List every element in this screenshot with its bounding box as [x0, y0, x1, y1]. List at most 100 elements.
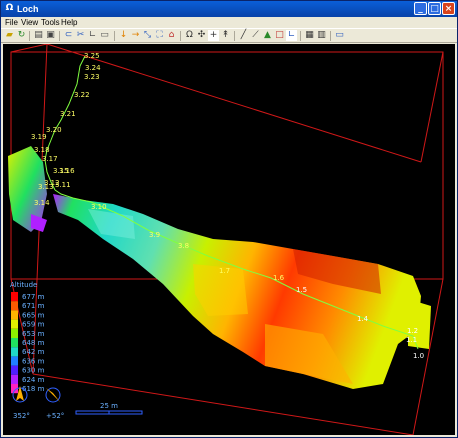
legend-swatch	[11, 310, 18, 320]
refresh-icon[interactable]: ↻	[16, 30, 27, 41]
legend-label: 618 m	[22, 385, 45, 393]
station-label: 3.20	[46, 126, 62, 134]
film-icon[interactable]: ▦	[304, 30, 315, 41]
home-icon[interactable]: ⌂	[166, 30, 177, 41]
station-label: 1.4	[357, 315, 369, 323]
bbox-edge	[420, 51, 444, 163]
print-icon[interactable]: ▤	[33, 30, 44, 41]
pencil-icon[interactable]: ╱	[238, 30, 249, 41]
legend-title: Altitude	[10, 281, 37, 289]
terrain-icon[interactable]: ▲	[262, 30, 273, 41]
station-label: 3.8	[178, 242, 189, 250]
station-label: 1.6	[273, 274, 285, 282]
legend-label: 677 m	[22, 293, 45, 301]
clino-widget: +52°	[45, 387, 64, 420]
legend-label: 671 m	[22, 302, 45, 310]
minimize-button[interactable]: _	[414, 2, 427, 15]
north-icon[interactable]: ↟	[220, 30, 231, 41]
station-label: 3.11	[55, 181, 71, 189]
station-label: 3.9	[149, 231, 160, 239]
legend-swatches	[11, 292, 18, 394]
toolbar: ▰ ↻ ▤ ▣ ⊂ ✂ ∟ ▭ ↓ → ⤡ ⛶ ⌂ Ω ✣ + ↟ ╱ ⟋ ▲ …	[1, 28, 457, 43]
station-label: 1.1	[406, 336, 417, 344]
open-folder-icon[interactable]: ▰	[4, 30, 15, 41]
legend-swatch	[11, 301, 18, 311]
fullscreen-icon[interactable]: ⛶	[154, 30, 165, 41]
plus-icon[interactable]: +	[208, 30, 219, 41]
ruler-icon[interactable]: ⟋	[250, 30, 261, 41]
legend-swatch	[11, 356, 18, 366]
menu-help[interactable]: Help	[61, 18, 77, 27]
legend-label: 624 m	[22, 376, 45, 384]
legend-label: 653 m	[22, 330, 45, 338]
station-label: 3.18	[34, 146, 50, 154]
legend-label: 642 m	[22, 348, 45, 356]
menu-view[interactable]: View	[21, 18, 38, 27]
menu-file[interactable]: File	[5, 18, 18, 27]
maximize-button[interactable]: □	[428, 2, 441, 15]
notes-icon[interactable]: ▥	[316, 30, 327, 41]
target-icon[interactable]: ✣	[196, 30, 207, 41]
station-label: 3.25	[84, 52, 100, 60]
toolbar-separator	[300, 31, 301, 41]
arrow-right-icon[interactable]: →	[130, 30, 141, 41]
link-icon[interactable]: ⊂	[63, 30, 74, 41]
legend-label: 636 m	[22, 357, 45, 365]
screen-icon[interactable]: ▭	[334, 30, 345, 41]
station-label: 1.7	[219, 267, 230, 275]
station-label: 3.22	[74, 91, 90, 99]
toolbar-separator	[330, 31, 331, 41]
toolbar-separator	[29, 31, 30, 41]
axes-icon[interactable]: ∟	[286, 30, 297, 41]
legend-label: 630 m	[22, 367, 45, 375]
station-label: 1.2	[407, 327, 418, 335]
bbox-edge	[46, 44, 422, 163]
legend-labels: 677 m671 m665 m 659 m653 m648 m642 m636 m…	[22, 293, 45, 393]
legend-label: 659 m	[22, 321, 45, 329]
scale-bar-label: 25 m	[100, 402, 118, 410]
legend-swatch	[11, 347, 18, 357]
title-bar[interactable]: Ω Loch _ □ ×	[1, 1, 457, 17]
survey-labels-upper: 3.25 3.24 3.23 3.22 3.21 3.20 3.19 3.18 …	[31, 52, 101, 207]
app-window: Ω Loch _ □ × File View Tools Help ▰ ↻ ▤ …	[0, 0, 458, 438]
camera-icon[interactable]: ▭	[99, 30, 110, 41]
station-label: 3.10	[91, 203, 107, 211]
cave-render: 3.25 3.24 3.23 3.22 3.21 3.20 3.19 3.18 …	[8, 44, 444, 435]
close-button[interactable]: ×	[442, 2, 455, 15]
legend-swatch	[11, 319, 18, 329]
legend-swatch	[11, 374, 18, 384]
clino-tilt: +52°	[46, 412, 64, 420]
bbox-edge	[10, 44, 48, 53]
station-label: 1.5	[296, 286, 307, 294]
compass-heading: 352°	[13, 412, 30, 420]
legend-swatch	[11, 338, 18, 348]
shrink-icon[interactable]: ⤡	[142, 30, 153, 41]
legend-swatch	[11, 365, 18, 375]
altitude-legend: Altitude 677 m671 m665 m659 m653 m648 m6…	[10, 281, 45, 394]
menu-tools[interactable]: Tools	[41, 18, 60, 27]
arrow-down-icon[interactable]: ↓	[118, 30, 129, 41]
window-title: Loch	[17, 4, 39, 14]
station-label: 3.21	[60, 110, 76, 118]
toolbar-separator	[59, 31, 60, 41]
legend-swatch	[11, 328, 18, 338]
station-label: 3.24	[85, 64, 101, 72]
station-label: 3.23	[84, 73, 100, 81]
scale-bar: 25 m	[75, 402, 143, 415]
legend-label: 648 m	[22, 339, 45, 347]
box-icon[interactable]: □	[274, 30, 285, 41]
station-label: 3.15	[53, 167, 69, 175]
station-label: 3.14	[34, 199, 50, 207]
menu-bar: File View Tools Help	[1, 17, 457, 28]
station-label: 1.0	[413, 352, 424, 360]
toolbar-separator	[180, 31, 181, 41]
toolbar-separator	[114, 31, 115, 41]
3d-viewport[interactable]: 3.25 3.24 3.23 3.22 3.21 3.20 3.19 3.18 …	[3, 44, 455, 435]
station-label: 3.19	[31, 133, 47, 141]
save-icon[interactable]: ▣	[45, 30, 56, 41]
station-label: 3.17	[42, 155, 58, 163]
legend-swatch	[11, 292, 18, 302]
measure-icon[interactable]: ∟	[87, 30, 98, 41]
cut-icon[interactable]: ✂	[75, 30, 86, 41]
omega-icon[interactable]: Ω	[184, 30, 195, 41]
